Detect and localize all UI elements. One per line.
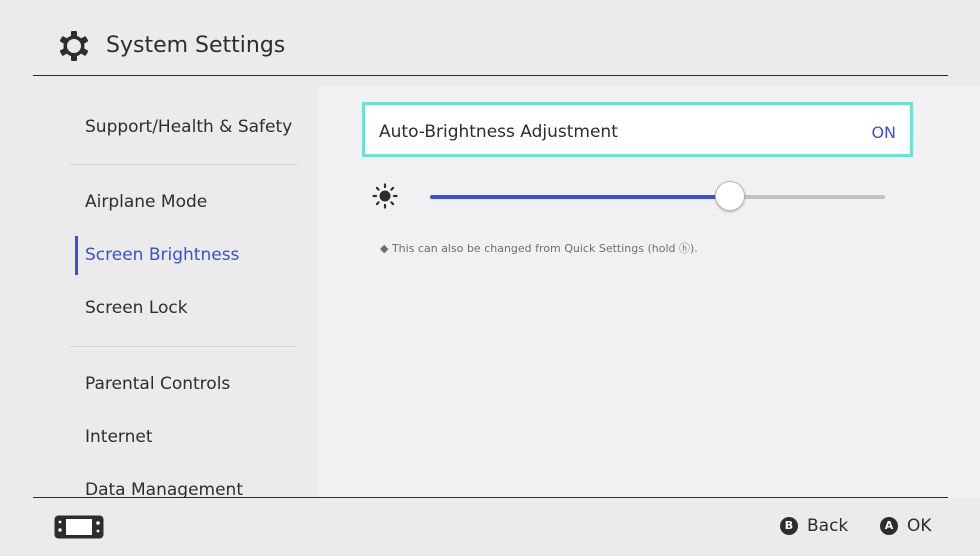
b-button-icon: B [780,517,798,535]
back-button-label: Back [807,516,849,536]
system-settings-screen: System Settings Support/Health & Safety … [0,0,980,556]
sidebar-item-support[interactable]: Support/Health & Safety [85,117,292,137]
page-title: System Settings [106,33,286,58]
sidebar-item-parental-controls[interactable]: Parental Controls [85,374,230,394]
sidebar-item-internet[interactable]: Internet [85,427,153,447]
footer-divider [33,497,948,498]
sidebar-divider [70,346,297,347]
sidebar-item-screen-lock[interactable]: Screen Lock [85,298,188,318]
a-button-icon: A [880,517,898,535]
header-divider [33,75,948,76]
auto-brightness-value: ON [871,123,896,142]
auto-brightness-label: Auto-Brightness Adjustment [379,122,618,142]
sidebar-item-airplane-mode[interactable]: Airplane Mode [85,192,207,212]
console-icon [54,515,104,539]
brightness-slider-thumb[interactable] [715,181,746,211]
header: System Settings [0,0,980,76]
sun-icon [372,183,398,209]
auto-brightness-toggle[interactable]: Auto-Brightness Adjustment ON [362,102,913,157]
brightness-slider-fill [430,195,731,199]
sidebar-item-screen-brightness[interactable]: Screen Brightness [85,245,239,265]
main-pane: Auto-Brightness Adjustment ON ◆ This can… [318,86,980,498]
sidebar-item-data-management[interactable]: Data Management [85,480,243,498]
gear-icon [59,31,89,61]
quick-settings-note: ◆ This can also be changed from Quick Se… [380,242,698,255]
ok-button-label: OK [907,516,932,536]
brightness-slider[interactable] [430,181,885,211]
sidebar-active-indicator [75,236,78,275]
sidebar-divider [70,164,297,165]
ok-button[interactable]: A OK [880,515,932,537]
sidebar: Support/Health & Safety Airplane Mode Sc… [33,86,318,498]
back-button[interactable]: B Back [780,515,848,537]
